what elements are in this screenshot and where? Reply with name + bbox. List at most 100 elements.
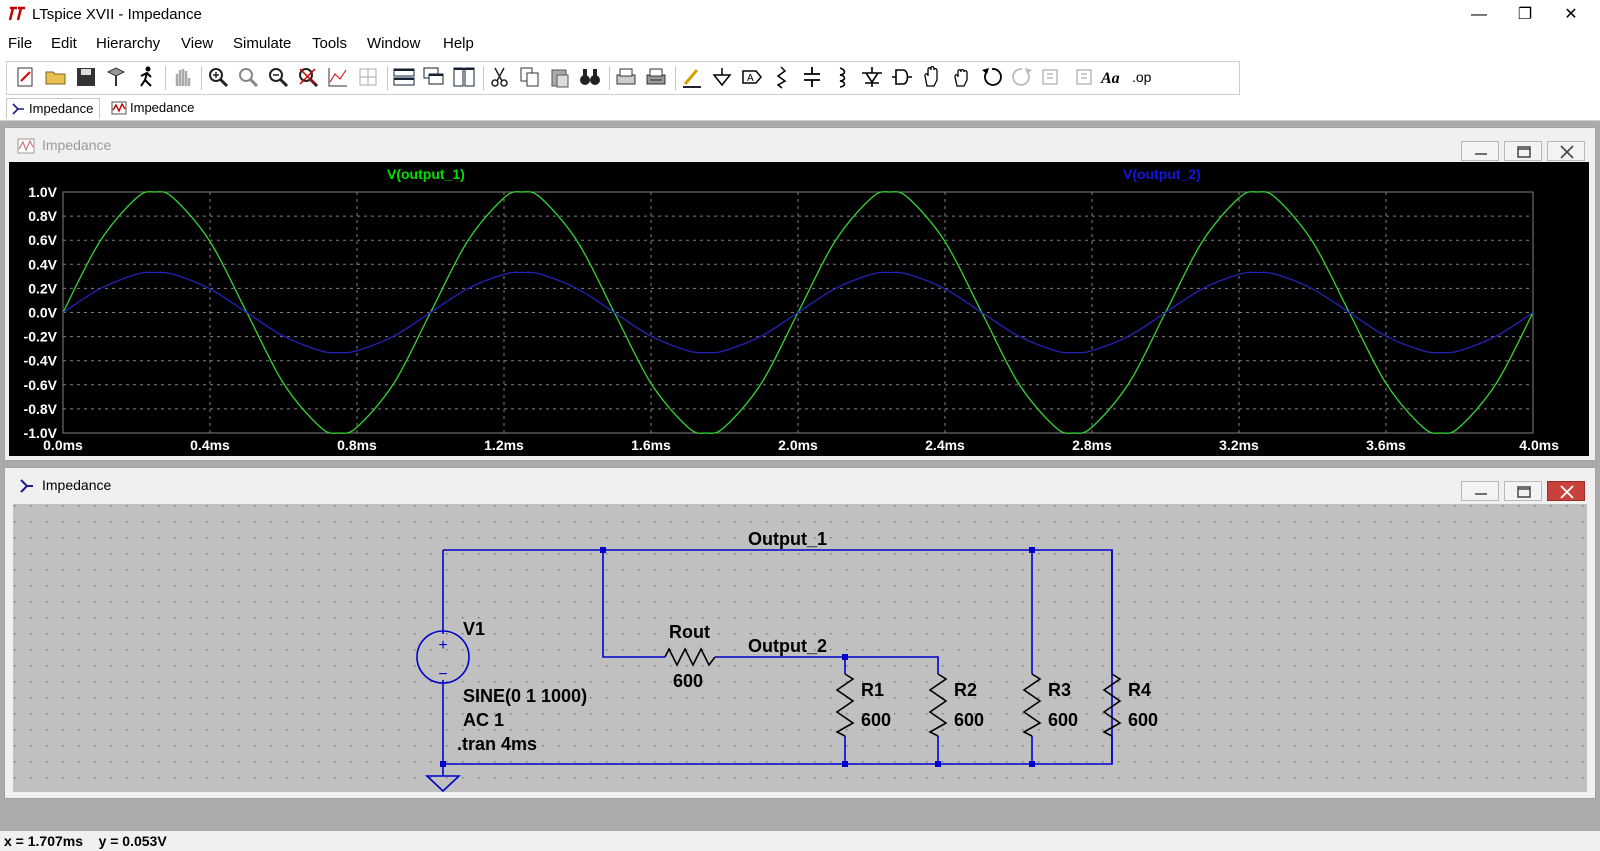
tab-schematic[interactable]: Impedance	[6, 98, 101, 119]
text-button[interactable]: Aa	[1099, 64, 1125, 90]
undo-icon	[982, 68, 1002, 86]
schematic-window-title: Impedance	[42, 477, 112, 493]
menu-edit[interactable]: Edit	[51, 35, 77, 52]
net-label-output-1[interactable]: Output_1	[748, 529, 827, 549]
source-value[interactable]: SINE(0 1 1000)	[463, 686, 587, 706]
resistor-r1-value[interactable]: 600	[861, 710, 891, 730]
ground-button[interactable]	[709, 64, 735, 90]
toolbar-separator	[675, 66, 676, 90]
rotate-button[interactable]	[1039, 64, 1065, 90]
toolbar-separator	[387, 66, 388, 90]
waveform-close-button[interactable]	[1547, 141, 1585, 161]
tab-waveform[interactable]: Impedance	[108, 98, 200, 118]
schematic-close-button[interactable]	[1547, 481, 1585, 501]
menu-hierarchy[interactable]: Hierarchy	[96, 35, 160, 52]
resistor-r2-name[interactable]: R2	[954, 680, 977, 700]
schematic-minimize-button[interactable]	[1461, 481, 1499, 501]
move-button[interactable]	[919, 64, 945, 90]
resistor-r3-value[interactable]: 600	[1048, 710, 1078, 730]
schematic-window-titlebar: Impedance	[5, 468, 1595, 502]
resistor-rout-value[interactable]: 600	[673, 671, 703, 691]
spice-directive-button[interactable]: .op	[1129, 64, 1155, 90]
cascade-button[interactable]	[421, 64, 447, 90]
x-tick-label: 2.8ms	[1072, 437, 1112, 453]
source-name[interactable]: V1	[463, 619, 485, 639]
new-schematic-button[interactable]	[13, 64, 39, 90]
menu-simulate[interactable]: Simulate	[233, 35, 291, 52]
autorange-button[interactable]	[325, 64, 351, 90]
y-tick-label: 0.6V	[28, 232, 57, 248]
inductor-button[interactable]	[829, 64, 855, 90]
resistor-r4-value[interactable]: 600	[1128, 710, 1158, 730]
cut-button[interactable]	[487, 64, 513, 90]
menu-file[interactable]: File	[8, 35, 32, 52]
x-tick-label: 0.0ms	[43, 437, 83, 453]
tile-vertical-button[interactable]	[451, 64, 477, 90]
diode-button[interactable]	[859, 64, 885, 90]
undo-button[interactable]	[979, 64, 1005, 90]
zoom-in-button[interactable]	[205, 64, 231, 90]
zoom-area-button[interactable]	[235, 64, 261, 90]
close-button[interactable]: ✕	[1548, 0, 1594, 30]
y-tick-label: -0.6V	[24, 377, 58, 393]
print-button[interactable]	[613, 64, 639, 90]
toolbar-separator	[201, 66, 202, 90]
junction-dot	[600, 547, 606, 553]
run-icon	[140, 66, 152, 87]
drag-button[interactable]	[949, 64, 975, 90]
net-label-output-2[interactable]: Output_2	[748, 636, 827, 656]
print-setup-button[interactable]	[643, 64, 669, 90]
control-panel-icon	[106, 67, 126, 86]
y-tick-label: 0.4V	[28, 256, 57, 272]
grid-button[interactable]	[355, 64, 381, 90]
mirror-icon	[1076, 69, 1092, 85]
tile-horizontal-button[interactable]	[391, 64, 417, 90]
mirror-button[interactable]	[1069, 64, 1095, 90]
schematic-canvas[interactable]: + − Output_1 Output_2 V1 SINE(0 1 1000) …	[13, 504, 1587, 792]
resistor-r4-name[interactable]: R4	[1128, 680, 1151, 700]
x-tick-label: 0.4ms	[190, 437, 230, 453]
menu-view[interactable]: View	[181, 35, 213, 52]
x-tick-label: 1.2ms	[484, 437, 524, 453]
halt-button[interactable]	[169, 64, 195, 90]
document-tabs: Impedance Impedance	[0, 96, 1600, 121]
find-button[interactable]	[577, 64, 603, 90]
label-net-button[interactable]: A	[739, 64, 765, 90]
spice-directive[interactable]: .tran 4ms	[457, 734, 537, 754]
zoom-fit-button[interactable]	[295, 64, 321, 90]
plot-background	[9, 162, 1589, 456]
draw-wire-button[interactable]	[679, 64, 705, 90]
resistor-r3-name[interactable]: R3	[1048, 680, 1071, 700]
zoom-in-icon	[209, 68, 229, 88]
minimize-button[interactable]: —	[1456, 0, 1502, 30]
waveform-plot[interactable]: 1.0V 0.8V 0.6V 0.4V 0.2V 0.0V -0.2V -0.4V -0.6V -…	[9, 162, 1589, 456]
zoom-out-button[interactable]	[265, 64, 291, 90]
maximize-button[interactable]: ❐	[1502, 0, 1548, 30]
save-button[interactable]	[73, 64, 99, 90]
component-button[interactable]	[889, 64, 915, 90]
trace-label-output-1[interactable]: V(output_1)	[387, 166, 465, 182]
title-bar: LTspice XVII - Impedance — ❐ ✕	[0, 0, 1600, 30]
menu-window[interactable]: Window	[367, 35, 420, 52]
paste-button[interactable]	[547, 64, 573, 90]
resistor-button[interactable]	[769, 64, 795, 90]
capacitor-button[interactable]	[799, 64, 825, 90]
run-button[interactable]	[133, 64, 159, 90]
resistor-r2-value[interactable]: 600	[954, 710, 984, 730]
resistor-r1-name[interactable]: R1	[861, 680, 884, 700]
menu-help[interactable]: Help	[443, 35, 474, 52]
copy-button[interactable]	[517, 64, 543, 90]
waveform-restore-button[interactable]	[1504, 141, 1542, 161]
y-tick-label: 1.0V	[28, 184, 57, 200]
waveform-minimize-button[interactable]	[1461, 141, 1499, 161]
menu-tools[interactable]: Tools	[312, 35, 347, 52]
redo-button[interactable]	[1009, 64, 1035, 90]
open-button[interactable]	[43, 64, 69, 90]
junction-dot	[1029, 547, 1035, 553]
schematic-restore-button[interactable]	[1504, 481, 1542, 501]
resistor-rout-name[interactable]: Rout	[669, 622, 710, 642]
source-ac[interactable]: AC 1	[463, 710, 504, 730]
trace-label-output-2[interactable]: V(output_2)	[1123, 166, 1201, 182]
control-panel-button[interactable]	[103, 64, 129, 90]
cut-icon	[491, 67, 508, 87]
